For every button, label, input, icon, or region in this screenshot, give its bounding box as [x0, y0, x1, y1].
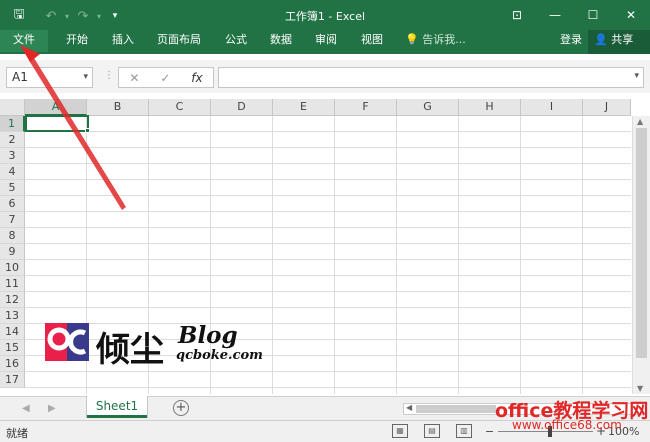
scroll-up-icon[interactable]: ▲: [637, 117, 643, 126]
row-header-7[interactable]: 7: [0, 212, 25, 228]
tab-home[interactable]: 开始: [66, 30, 88, 52]
login-link[interactable]: 登录: [560, 30, 582, 50]
column-header-d[interactable]: D: [211, 99, 273, 116]
watermark-office-url: www.office68.com: [512, 418, 622, 432]
column-header-g[interactable]: G: [397, 99, 459, 116]
window-controls: ⊡ — ☐ ✕: [498, 0, 650, 30]
select-all-corner[interactable]: [0, 99, 25, 116]
next-sheet-icon[interactable]: ▶: [48, 403, 56, 414]
row-header-13[interactable]: 13: [0, 308, 25, 324]
row-header-9[interactable]: 9: [0, 244, 25, 260]
row-header-10[interactable]: 10: [0, 260, 25, 276]
row-header-6[interactable]: 6: [0, 196, 25, 212]
row-header-12[interactable]: 12: [0, 292, 25, 308]
row-header-8[interactable]: 8: [0, 228, 25, 244]
scroll-thumb[interactable]: [636, 128, 647, 358]
row-header-11[interactable]: 11: [0, 276, 25, 292]
row-header-15[interactable]: 15: [0, 340, 25, 356]
qc-logo-icon: [45, 323, 89, 361]
formula-bar: A1 ▾ ⋮ ✕ ✓ fx ▾: [0, 60, 650, 93]
row-header-1[interactable]: 1: [0, 116, 25, 132]
ribbon-tabs: 文件 开始 插入 页面布局 公式 数据 审阅 视图 💡 告诉我... 登录 👤 …: [0, 30, 650, 54]
column-header-h[interactable]: H: [459, 99, 521, 116]
row-header-2[interactable]: 2: [0, 132, 25, 148]
prev-sheet-icon[interactable]: ◀: [22, 403, 30, 414]
row-header-5[interactable]: 5: [0, 180, 25, 196]
tab-file[interactable]: 文件: [0, 30, 48, 52]
chevron-down-icon[interactable]: ▾: [83, 68, 88, 87]
ribbon-display-options-icon[interactable]: ⊡: [498, 0, 536, 30]
vertical-scrollbar[interactable]: ▲ ▼: [632, 116, 650, 394]
title-bar: 🖫 ↶ ▾ ↷ ▾ ▾ 工作簿1 - Excel ⊡ — ☐ ✕: [0, 0, 650, 30]
add-sheet-icon[interactable]: +: [173, 400, 189, 416]
tab-review[interactable]: 审阅: [315, 30, 337, 52]
expand-formula-bar-icon[interactable]: ▾: [634, 71, 639, 81]
tab-data[interactable]: 数据: [270, 30, 292, 52]
enter-icon[interactable]: ✓: [160, 71, 170, 85]
close-icon[interactable]: ✕: [612, 0, 650, 30]
tab-page-layout[interactable]: 页面布局: [157, 30, 201, 52]
fill-handle[interactable]: [85, 128, 90, 133]
lightbulb-icon: 💡: [405, 33, 419, 46]
person-icon: 👤: [594, 33, 608, 46]
tell-me-search[interactable]: 💡 告诉我...: [405, 30, 466, 50]
column-header-j[interactable]: J: [583, 99, 631, 116]
view-buttons: ▦ ▤ ▥: [392, 424, 488, 438]
insert-function-icon[interactable]: fx: [191, 71, 202, 85]
name-box-value: A1: [12, 70, 28, 84]
column-header-c[interactable]: C: [149, 99, 211, 116]
name-box[interactable]: A1 ▾: [6, 67, 93, 88]
normal-view-icon[interactable]: ▦: [392, 424, 408, 438]
tell-me-label: 告诉我...: [422, 33, 466, 46]
row-header-3[interactable]: 3: [0, 148, 25, 164]
tab-insert[interactable]: 插入: [112, 30, 134, 52]
share-button[interactable]: 👤 共享: [588, 30, 650, 54]
row-header-17[interactable]: 17: [0, 372, 25, 388]
status-ready: 就绪: [6, 427, 28, 440]
watermark-domain: qcboke.com: [176, 348, 263, 363]
hscroll-thumb[interactable]: [416, 405, 496, 413]
sheet-tab-sheet1[interactable]: Sheet1: [87, 396, 147, 418]
tab-view[interactable]: 视图: [361, 30, 383, 52]
row-header-4[interactable]: 4: [0, 164, 25, 180]
column-header-e[interactable]: E: [273, 99, 335, 116]
formula-buttons: ✕ ✓ fx: [118, 67, 214, 88]
row-header-14[interactable]: 14: [0, 324, 25, 340]
scroll-down-icon[interactable]: ▼: [637, 384, 643, 393]
watermark-blog: Blog: [178, 322, 238, 349]
share-label: 共享: [611, 33, 634, 46]
maximize-icon[interactable]: ☐: [574, 0, 612, 30]
column-header-a[interactable]: A: [25, 99, 87, 116]
tab-formulas[interactable]: 公式: [225, 30, 247, 52]
zoom-out-icon[interactable]: −: [485, 425, 494, 438]
column-header-f[interactable]: F: [335, 99, 397, 116]
minimize-icon[interactable]: —: [536, 0, 574, 30]
page-break-view-icon[interactable]: ▥: [456, 424, 472, 438]
resize-handle-icon[interactable]: ⋮: [104, 70, 114, 81]
column-header-i[interactable]: I: [521, 99, 583, 116]
row-header-16[interactable]: 16: [0, 356, 25, 372]
page-layout-view-icon[interactable]: ▤: [424, 424, 440, 438]
formula-input[interactable]: ▾: [218, 67, 644, 88]
active-cell[interactable]: [25, 115, 89, 132]
watermark-site-name: 倾尘: [96, 330, 164, 370]
scroll-left-icon[interactable]: ◀: [406, 403, 412, 412]
column-header-b[interactable]: B: [87, 99, 149, 116]
cancel-icon[interactable]: ✕: [129, 71, 139, 85]
